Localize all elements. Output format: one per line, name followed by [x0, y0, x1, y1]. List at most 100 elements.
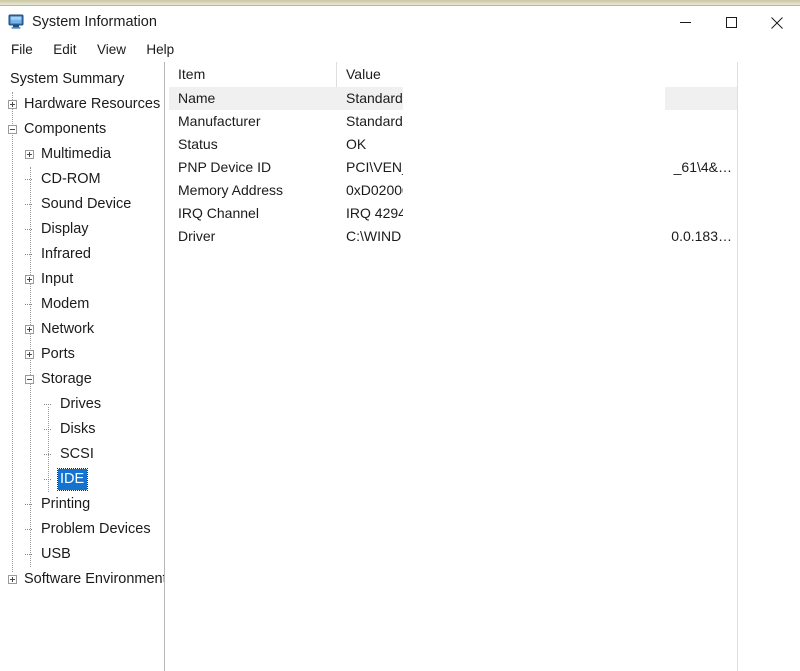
tree-connector-icon: [44, 425, 53, 434]
window-controls: [662, 6, 800, 39]
menu-edit[interactable]: Edit: [45, 39, 84, 61]
tree-connector-icon: [25, 250, 34, 259]
tree-item-ide[interactable]: IDE: [0, 467, 164, 492]
tree-item-hardware-resources[interactable]: Hardware Resources: [0, 92, 164, 117]
table-cell-value: C:\WIND: [346, 225, 401, 248]
maximize-button[interactable]: [708, 6, 754, 39]
column-header-value[interactable]: Value: [337, 62, 738, 87]
expand-plus-icon[interactable]: [25, 275, 34, 284]
tree-item-label: USB: [39, 544, 74, 565]
window-title: System Information: [32, 13, 157, 31]
tree-item-usb[interactable]: USB: [0, 542, 164, 567]
menu-file[interactable]: File: [3, 39, 41, 61]
tree-item-network[interactable]: Network: [0, 317, 164, 342]
tree-item-storage[interactable]: Storage: [0, 367, 164, 392]
table-cell-item: Status: [178, 133, 218, 156]
tree-item-label: Infrared: [39, 244, 94, 265]
menu-view[interactable]: View: [89, 39, 134, 61]
tree-item-label: Hardware Resources: [22, 94, 163, 115]
tree-item-label: Modem: [39, 294, 92, 315]
value-occlusion-overlay: [403, 87, 665, 671]
expand-plus-icon[interactable]: [25, 325, 34, 334]
tree-item-label: SCSI: [58, 444, 97, 465]
tree-item-label: Sound Device: [39, 194, 134, 215]
tree-item-label: Problem Devices: [39, 519, 154, 540]
tree-connector-icon: [25, 175, 34, 184]
tree-item-display[interactable]: Display: [0, 217, 164, 242]
tree-connector-icon: [44, 475, 53, 484]
tree-item-label: System Summary: [8, 69, 127, 90]
table-cell-item: Manufacturer: [178, 110, 260, 133]
title-bar[interactable]: System Information: [0, 6, 800, 39]
tree-item-label: Disks: [58, 419, 98, 440]
tree-connector-icon: [25, 200, 34, 209]
tree-item-drives[interactable]: Drives: [0, 392, 164, 417]
tree-item-input[interactable]: Input: [0, 267, 164, 292]
tree-item-disks[interactable]: Disks: [0, 417, 164, 442]
tree-item-label: Storage: [39, 369, 95, 390]
expand-plus-icon[interactable]: [8, 575, 17, 584]
table-cell-value: OK: [346, 133, 366, 156]
tree-connector-icon: [44, 400, 53, 409]
table-cell-item: Memory Address: [178, 179, 283, 202]
tree-item-sound-device[interactable]: Sound Device: [0, 192, 164, 217]
tree-item-label: Input: [39, 269, 76, 290]
tree-item-system-summary[interactable]: System Summary: [0, 67, 164, 92]
navigation-tree: System Summary Hardware Resources Componen…: [0, 62, 164, 592]
menu-bar: File Edit View Help: [0, 39, 800, 62]
computer-monitor-icon: [8, 14, 26, 30]
list-header-row: Item Value: [169, 62, 738, 88]
tree-item-label: IDE: [58, 469, 87, 490]
system-information-window: System Information: [0, 0, 800, 671]
tree-item-printing[interactable]: Printing: [0, 492, 164, 517]
table-cell-item: PNP Device ID: [178, 156, 271, 179]
expand-plus-icon[interactable]: [8, 100, 17, 109]
minimize-button[interactable]: [662, 6, 708, 39]
column-separator-right: [737, 62, 738, 671]
tree-connector-icon: [25, 500, 34, 509]
tree-connector-icon: [44, 450, 53, 459]
column-header-item[interactable]: Item: [169, 62, 337, 87]
tree-connector-icon: [25, 300, 34, 309]
tree-item-multimedia[interactable]: Multimedia: [0, 142, 164, 167]
minimize-icon: [680, 17, 691, 28]
expand-plus-icon[interactable]: [25, 150, 34, 159]
tree-item-label: Components: [22, 119, 109, 140]
tree-item-label: Software Environment: [22, 569, 164, 590]
table-cell-value: 0xD02000: [346, 179, 410, 202]
table-cell-value: IRQ 4294: [346, 202, 406, 225]
tree-connector-icon: [25, 525, 34, 534]
close-button[interactable]: [754, 6, 800, 39]
table-cell-item: Driver: [178, 225, 215, 248]
table-cell-value-tail: _61\4&…: [674, 156, 732, 179]
tree-item-modem[interactable]: Modem: [0, 292, 164, 317]
tree-item-software-environment[interactable]: Software Environment: [0, 567, 164, 592]
tree-item-label: Network: [39, 319, 97, 340]
table-cell-item: IRQ Channel: [178, 202, 259, 225]
details-list-pane[interactable]: Item Value NameStandard SATA AHCI Contro…: [169, 62, 800, 671]
tree-item-ports[interactable]: Ports: [0, 342, 164, 367]
navigation-tree-pane[interactable]: System Summary Hardware Resources Componen…: [0, 62, 164, 671]
tree-item-components[interactable]: Components: [0, 117, 164, 142]
tree-connector-icon: [25, 225, 34, 234]
tree-item-label: CD-ROM: [39, 169, 104, 190]
tree-item-label: Printing: [39, 494, 93, 515]
tree-item-label: Display: [39, 219, 92, 240]
tree-item-label: Drives: [58, 394, 104, 415]
menu-help[interactable]: Help: [138, 39, 182, 61]
maximize-icon: [726, 17, 737, 28]
close-icon: [771, 17, 783, 29]
tree-item-infrared[interactable]: Infrared: [0, 242, 164, 267]
collapse-minus-icon[interactable]: [8, 125, 17, 134]
tree-connector-icon: [25, 550, 34, 559]
window-frame: System Information: [0, 6, 800, 671]
tree-item-label: Ports: [39, 344, 78, 365]
expand-plus-icon[interactable]: [25, 350, 34, 359]
tree-item-cd-rom[interactable]: CD-ROM: [0, 167, 164, 192]
collapse-minus-icon[interactable]: [25, 375, 34, 384]
tree-item-problem-devices[interactable]: Problem Devices: [0, 517, 164, 542]
content-area: System Summary Hardware Resources Componen…: [0, 62, 800, 671]
table-cell-value-tail: 0.0.183…: [671, 225, 732, 248]
tree-item-scsi[interactable]: SCSI: [0, 442, 164, 467]
tree-item-label: Multimedia: [39, 144, 114, 165]
